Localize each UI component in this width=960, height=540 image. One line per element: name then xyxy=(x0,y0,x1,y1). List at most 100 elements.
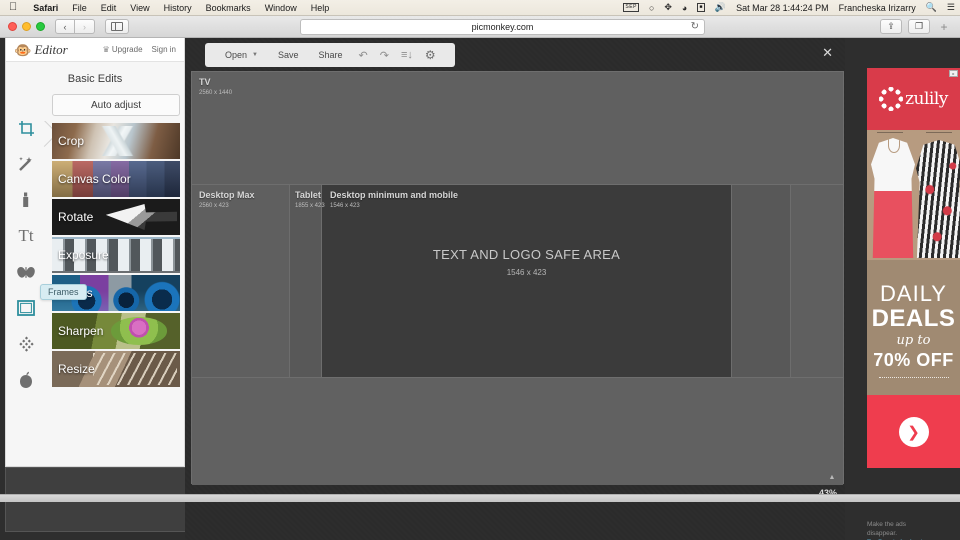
menu-bookmarks[interactable]: Bookmarks xyxy=(199,3,258,13)
effect-crop[interactable]: Crop xyxy=(52,123,180,159)
frame-icon[interactable] xyxy=(15,297,37,319)
ad-footer-note: Make the ads disappear. Try Royale for f… xyxy=(867,520,960,540)
menu-history[interactable]: History xyxy=(157,3,199,13)
menu-help[interactable]: Help xyxy=(304,3,337,13)
safe-area-region[interactable]: TEXT AND LOGO SAFE AREA 1546 x 423 xyxy=(322,185,731,377)
butterfly-icon[interactable] xyxy=(15,261,37,283)
dress-image-left xyxy=(871,138,915,258)
menu-file[interactable]: File xyxy=(65,3,94,13)
magic-wand-icon[interactable] xyxy=(15,153,37,175)
window-bottom-edge xyxy=(0,494,960,502)
address-bar[interactable]: picmonkey.com ↻ xyxy=(300,18,705,35)
input-source-icon[interactable]: SEP xyxy=(618,3,644,12)
canvas-artboard[interactable]: TV 2560 x 1440 TEXT AND LOGO SAFE AREA 1… xyxy=(191,71,844,485)
ad-line-4: 70% OFF xyxy=(873,349,954,370)
auto-adjust-button[interactable]: Auto adjust xyxy=(52,94,180,116)
menu-view[interactable]: View xyxy=(123,3,156,13)
picmonkey-stage: ✕ TV 2560 x 1440 TEXT AND LOGO SAFE AREA… xyxy=(185,38,845,540)
reload-icon[interactable]: ↻ xyxy=(691,21,699,32)
ad-footer-line-2: disappear. xyxy=(867,530,897,537)
text-icon[interactable]: Tt xyxy=(15,225,37,247)
upgrade-link[interactable]: ♛ Upgrade xyxy=(102,45,142,54)
share-button[interactable]: ⇪ xyxy=(880,19,902,34)
forward-button[interactable]: › xyxy=(75,19,95,34)
editor-body: Tt Auto adjust Crop Canvas Color Rotate … xyxy=(6,91,184,461)
sidebar-toggle-icon xyxy=(111,22,123,31)
lipstick-icon[interactable] xyxy=(15,189,37,211)
page-content: ✕ TV 2560 x 1440 TEXT AND LOGO SAFE AREA… xyxy=(0,38,960,540)
ad-cta-band[interactable]: ❯ xyxy=(867,395,960,468)
safe-area-text: TEXT AND LOGO SAFE AREA 1546 x 423 xyxy=(322,247,731,277)
notification-center-icon[interactable]: ☰ xyxy=(942,2,960,13)
minimize-window-button[interactable] xyxy=(22,22,31,31)
hanger-icon xyxy=(926,132,952,140)
tv-region-dimensions: 2560 x 1440 xyxy=(199,90,233,96)
ad-brand-header: zulily ▸ xyxy=(867,68,960,130)
volume-icon[interactable]: 🔊 xyxy=(710,2,731,13)
ad-deals-block: DAILY DEALS up to 70% OFF xyxy=(867,260,960,395)
apple-icon[interactable]:  xyxy=(0,2,26,13)
effect-label: Rotate xyxy=(58,210,94,224)
close-icon[interactable]: ✕ xyxy=(822,46,833,59)
ad-line-1: DAILY xyxy=(880,280,947,306)
effect-sharpen[interactable]: Sharpen xyxy=(52,313,180,349)
crop-icon[interactable] xyxy=(15,117,37,139)
ad-rail: zulily ▸ DAILY DEALS up to 70% OFF ❯ Mak… xyxy=(845,38,960,540)
show-tabs-button[interactable]: ❐ xyxy=(908,19,930,34)
search-icon[interactable]: 🔍 xyxy=(921,2,942,13)
bottom-region[interactable] xyxy=(192,377,843,485)
wifi-icon[interactable]: ◕ xyxy=(677,3,692,13)
back-button[interactable]: ‹ xyxy=(55,19,75,34)
tv-region[interactable]: TV 2560 x 1440 xyxy=(192,72,843,185)
open-button[interactable]: Open ▼ xyxy=(215,50,268,60)
save-button[interactable]: Save xyxy=(268,50,309,60)
desktop-min-label: Desktop minimum and mobile xyxy=(330,190,459,200)
layers-down-icon[interactable]: ≡↓ xyxy=(395,49,419,61)
tablet-region[interactable] xyxy=(289,185,322,377)
undo-icon[interactable]: ↶ xyxy=(353,49,374,62)
effect-rotate[interactable]: Rotate xyxy=(52,199,180,235)
chevron-down-icon: ▼ xyxy=(252,52,258,58)
new-tab-button[interactable]: + xyxy=(936,19,952,34)
hanger-icon xyxy=(877,132,903,140)
effect-canvas-color[interactable]: Canvas Color xyxy=(52,161,180,197)
save-label: Save xyxy=(277,50,299,60)
gear-icon[interactable]: ⚙ xyxy=(419,48,442,62)
editor-wordmark: Editor xyxy=(34,41,68,57)
close-window-button[interactable] xyxy=(8,22,17,31)
battery-icon[interactable]: ■ xyxy=(692,3,710,12)
menubar-user[interactable]: Francheska Irizarry xyxy=(834,3,921,13)
effect-exposure[interactable]: Exposure xyxy=(52,237,180,273)
sidebar-toggle-button[interactable] xyxy=(105,19,129,34)
effect-label: Crop xyxy=(58,134,85,148)
right-gutter-region[interactable] xyxy=(731,185,791,377)
desktop-max-dimensions: 2560 x 423 xyxy=(199,203,229,209)
redo-icon[interactable]: ↷ xyxy=(374,49,395,62)
picmonkey-logo[interactable]: 🐵 Editor xyxy=(14,42,68,58)
tv-region-label: TV xyxy=(199,77,211,87)
signin-link[interactable]: Sign in xyxy=(152,45,176,54)
apple-icon[interactable] xyxy=(15,369,37,391)
resize-handle-icon[interactable]: ▲ xyxy=(827,474,837,481)
window-controls xyxy=(8,22,45,31)
ad-choices-icon[interactable]: ▸ xyxy=(949,70,958,77)
editor-panel: 🐵 Editor ♛ Upgrade Sign in Basic Edits T… xyxy=(5,38,185,467)
clock-icon[interactable]: ○ xyxy=(644,3,659,13)
menu-window[interactable]: Window xyxy=(258,3,304,13)
menu-edit[interactable]: Edit xyxy=(94,3,124,13)
menubar-clock[interactable]: Sat Mar 28 1:44:24 PM xyxy=(731,3,834,13)
advertisement[interactable]: zulily ▸ DAILY DEALS up to 70% OFF ❯ xyxy=(867,68,960,468)
banner-regions: TEXT AND LOGO SAFE AREA 1546 x 423 Deskt… xyxy=(192,185,843,377)
maximize-window-button[interactable] xyxy=(36,22,45,31)
airplay-icon[interactable]: ✥ xyxy=(659,2,677,13)
ad-footer-line-1: Make the ads xyxy=(867,521,907,528)
texture-icon[interactable] xyxy=(15,333,37,355)
monkey-icon: 🐵 xyxy=(14,41,32,58)
effects-list: Auto adjust Crop Canvas Color Rotate Exp… xyxy=(40,91,180,389)
menu-safari[interactable]: Safari xyxy=(26,3,65,13)
arrow-right-icon[interactable]: ❯ xyxy=(898,416,929,447)
effect-resize[interactable]: Resize xyxy=(52,351,180,387)
safe-area-dimensions: 1546 x 423 xyxy=(506,268,547,277)
ad-line-2: DEALS xyxy=(871,304,956,332)
share-button[interactable]: Share xyxy=(309,50,353,60)
